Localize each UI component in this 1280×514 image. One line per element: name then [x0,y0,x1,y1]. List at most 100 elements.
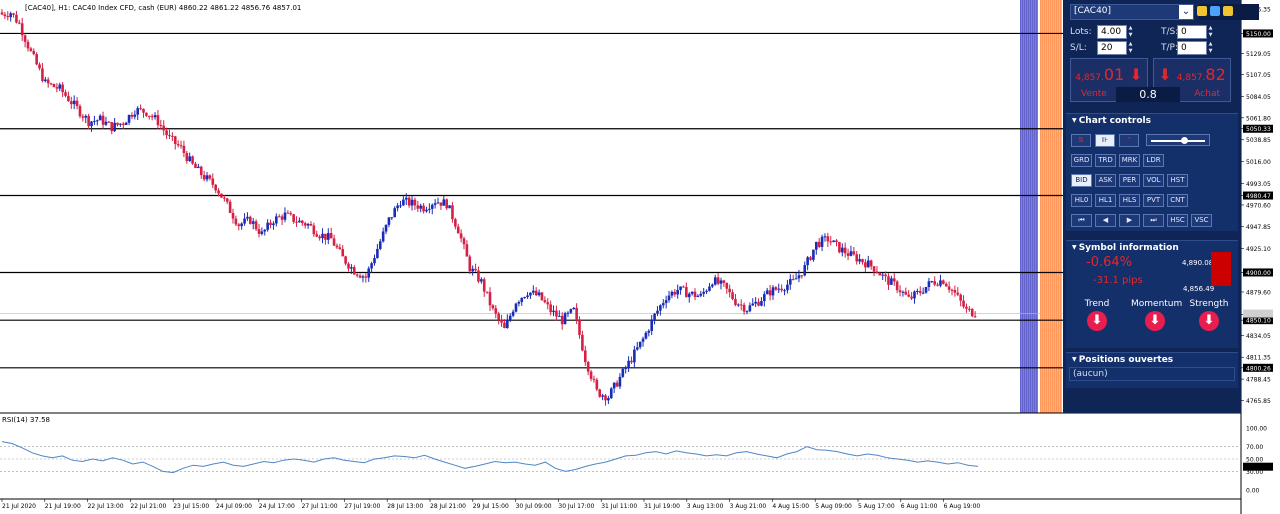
sl-stepper[interactable]: ▲ ▼ [1127,41,1134,55]
candle-body [315,234,319,237]
candle-body [12,13,15,15]
band-blue [1025,0,1026,413]
zoom-slider[interactable] [1146,134,1210,146]
copy-icon[interactable] [1197,6,1207,16]
candle-body [246,216,249,219]
toggle-bid-button[interactable]: BID [1071,174,1092,187]
candle-body [162,125,166,131]
nav-first-icon[interactable]: ⏮ [1071,214,1092,227]
candle-body [243,218,246,224]
band-blue [1022,0,1023,413]
line-mode-button[interactable]: ⌃ [1119,134,1139,147]
candle-body [451,205,454,220]
x-tick-label: 29 Jul 15:00 [473,503,509,510]
candle-body [612,382,616,389]
toggle-ask-button[interactable]: ASK [1095,174,1116,187]
candle-mode-button[interactable]: ⇅ [1071,134,1091,147]
candle-body [55,87,59,89]
toggle-hsc-button[interactable]: HSC [1167,214,1188,227]
tp-stepper[interactable]: ▲ ▼ [1207,41,1214,55]
candle-body [898,290,902,293]
y-tick-label: 4788.45 [1246,377,1271,384]
candle-body [835,240,838,243]
candle-body [20,23,24,36]
nav-last-icon[interactable]: ⏭ [1143,214,1164,227]
x-tick-label: 5 Aug 09:00 [815,503,852,510]
current-price-tag [1243,309,1273,318]
toggle-cnt-button[interactable]: CNT [1167,194,1188,207]
candle-body [49,83,53,85]
toggle-trd-button[interactable]: TRD [1095,154,1116,167]
candle-body [650,319,654,331]
rsi-header: RSI(14) 37.58 [2,416,50,424]
toggle-per-button[interactable]: PER [1119,174,1140,187]
toggle-pvt-button[interactable]: PVT [1143,194,1164,207]
band-blue [1024,0,1025,413]
candle-body [355,274,359,276]
candle-body [647,330,651,333]
candle-body [791,279,795,281]
candle-body [176,143,180,146]
settings-icon[interactable] [1210,6,1220,16]
chevron-down-icon[interactable]: ⌄ [1179,5,1193,19]
candle-body [514,303,518,312]
candle-body [916,290,919,292]
toggle-mrk-button[interactable]: MRK [1119,154,1140,167]
candle-body [520,297,524,302]
lots-input[interactable]: 4.00 [1097,25,1127,39]
candle-body [347,263,350,269]
toggle-hl1-button[interactable]: HL1 [1095,194,1116,207]
candle-body [202,175,206,180]
candle-body [866,260,870,268]
candle-body [251,221,255,224]
toggle-vsc-button[interactable]: VSC [1191,214,1212,227]
candle-body [970,308,974,317]
x-tick-label: 24 Jul 09:00 [216,503,252,510]
chart-controls-title[interactable]: Chart controls [1066,114,1238,128]
candle-body [179,145,183,147]
toggle-hls-button[interactable]: HLS [1119,194,1140,207]
y-tick-label: 4811.35 [1246,355,1271,362]
candle-body [881,274,885,276]
candle-body [820,236,824,247]
candle-body [869,260,873,267]
symbol-select[interactable]: [CAC40] ⌄ [1070,4,1194,20]
ts-stepper[interactable]: ▲ ▼ [1207,25,1214,39]
candle-body [35,54,38,65]
toggle-ldr-button[interactable]: LDR [1143,154,1164,167]
candle-body [555,310,558,317]
candle-body [910,296,913,299]
candle-body [693,291,697,297]
candle-body [549,304,552,313]
candle-body [543,300,547,303]
toggle-hl0-button[interactable]: HL0 [1071,194,1092,207]
y-tick-label: 5016.00 [1246,159,1271,166]
candle-body [191,156,194,164]
nav-next-icon[interactable]: ▶ [1119,214,1140,227]
nav-prev-icon[interactable]: ◀ [1095,214,1116,227]
positions-title[interactable]: Positions ouvertes [1066,353,1238,367]
candle-body [627,360,630,368]
candle-body [90,121,93,127]
toggle-vol-button[interactable]: VOL [1143,174,1164,187]
candle-body [358,275,362,278]
ts-input[interactable]: 0 [1177,25,1207,39]
bar-mode-button[interactable]: ⊪ [1095,134,1115,147]
candle-body [84,115,88,118]
candle-body [930,281,934,283]
candle-body [921,292,925,294]
candle-body [942,280,945,284]
close-icon[interactable] [1223,6,1233,16]
candle-body [552,310,555,313]
candle-body [503,322,506,329]
toggle-grd-button[interactable]: GRD [1071,154,1092,167]
candle-body [609,388,613,399]
toggle-hst-button[interactable]: HST [1167,174,1188,187]
sl-input[interactable]: 20 [1097,41,1127,55]
lots-stepper[interactable]: ▲ ▼ [1127,25,1134,39]
band-orange [1055,0,1056,413]
x-tick-label: 24 Jul 17:00 [259,503,295,510]
tp-input[interactable]: 0 [1177,41,1207,55]
candle-body [136,108,140,115]
candle-body [208,175,212,179]
